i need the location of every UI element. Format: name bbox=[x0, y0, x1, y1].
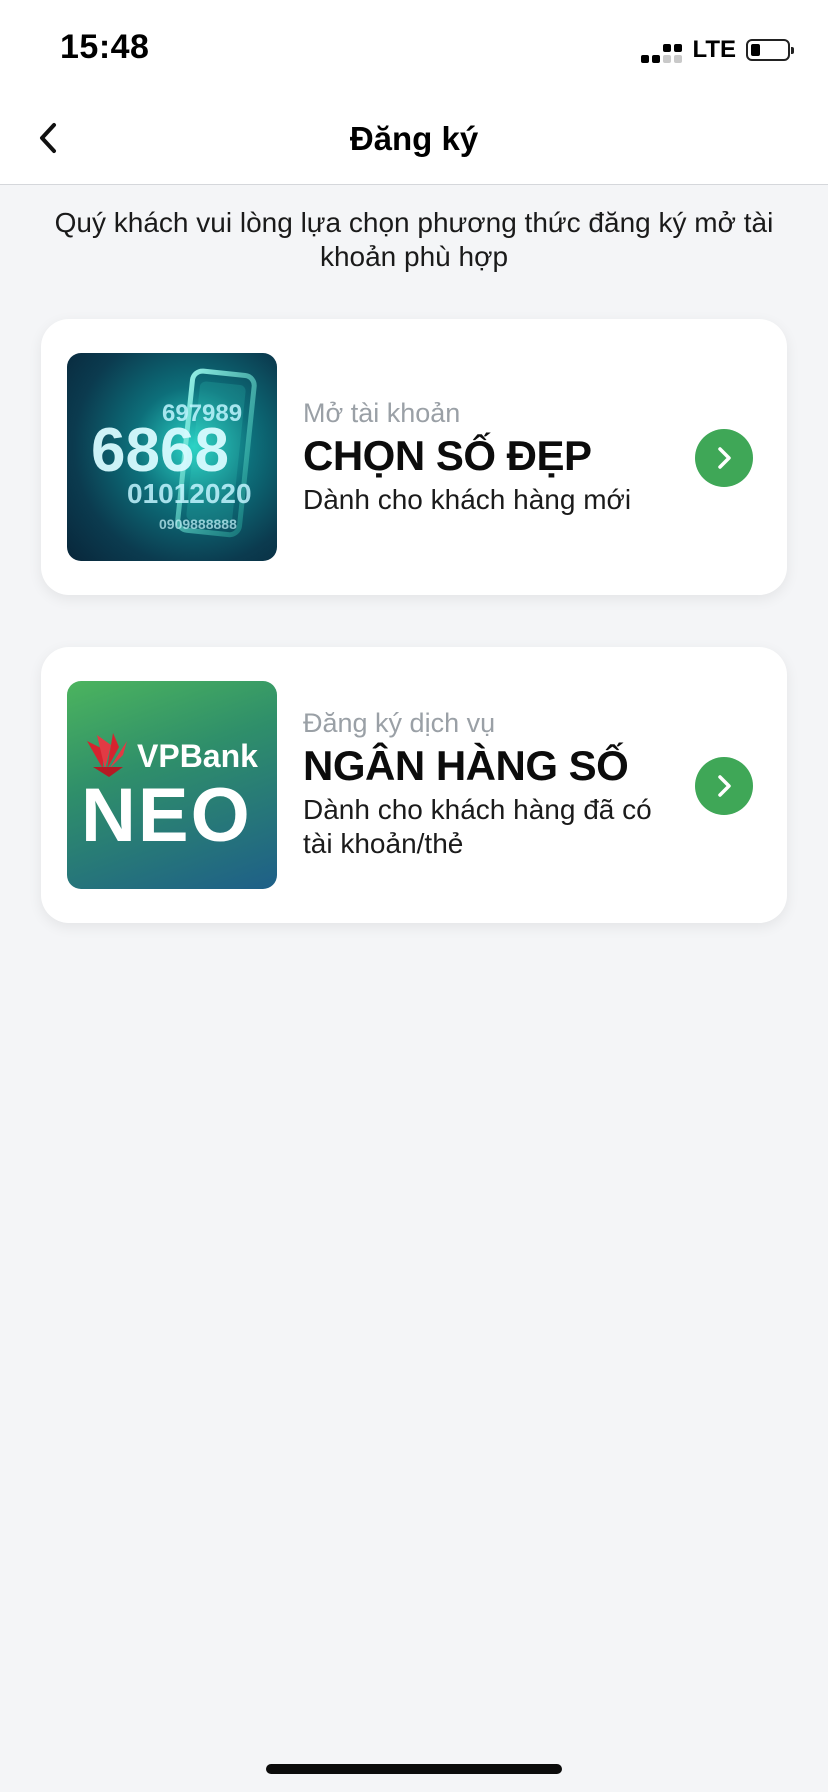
status-time: 15:48 bbox=[60, 28, 150, 66]
option-headline: NGÂN HÀNG SỐ bbox=[303, 742, 629, 789]
intro-text: Quý khách vui lòng lựa chọn phương thức … bbox=[54, 207, 774, 272]
option-text: Mở tài khoản CHỌN SỐ ĐẸP Dành cho khách … bbox=[303, 397, 667, 517]
option-subtitle: Dành cho khách hàng đã có tài khoản/thẻ bbox=[303, 794, 652, 859]
number-text-4: 0909888888 bbox=[159, 516, 237, 532]
beautiful-number-image: 697989 6868 01012020 0909888888 bbox=[67, 353, 277, 561]
vpbank-flower-icon bbox=[87, 733, 127, 777]
chevron-right-icon bbox=[718, 775, 731, 797]
navigation-bar: Đăng ký bbox=[0, 92, 828, 185]
page-title: Đăng ký bbox=[349, 120, 479, 157]
option-card-beautiful-number[interactable]: 697989 6868 01012020 0909888888 Mở tài k… bbox=[41, 319, 787, 595]
option-subtitle: Dành cho khách hàng mới bbox=[303, 484, 632, 515]
option-text: Đăng ký dịch vụ NGÂN HÀNG SỐ Dành cho kh… bbox=[303, 707, 667, 861]
option-eyebrow: Đăng ký dịch vụ bbox=[303, 708, 496, 738]
option-eyebrow: Mở tài khoản bbox=[303, 398, 461, 428]
vpbank-neo-logo: VPBank NEO bbox=[67, 681, 277, 889]
status-indicators: LTE bbox=[641, 34, 794, 66]
neo-logo-text: NEO bbox=[81, 773, 252, 858]
signal-icon bbox=[641, 37, 683, 63]
home-indicator[interactable] bbox=[266, 1764, 562, 1774]
chevron-right-icon bbox=[718, 447, 731, 469]
option-arrow-button[interactable] bbox=[695, 429, 753, 487]
option-card-digital-banking[interactable]: VPBank NEO Đăng ký dịch vụ NGÂN HÀNG SỐ … bbox=[41, 647, 787, 923]
option-headline: CHỌN SỐ ĐẸP bbox=[303, 432, 592, 479]
battery-icon bbox=[746, 39, 794, 61]
status-bar: 15:48 LTE bbox=[0, 0, 828, 92]
vpbank-logo-text: VPBank bbox=[137, 738, 258, 774]
network-type: LTE bbox=[692, 36, 736, 63]
number-text-3: 01012020 bbox=[127, 478, 252, 509]
option-arrow-button[interactable] bbox=[695, 757, 753, 815]
number-text-2: 6868 bbox=[91, 416, 229, 485]
